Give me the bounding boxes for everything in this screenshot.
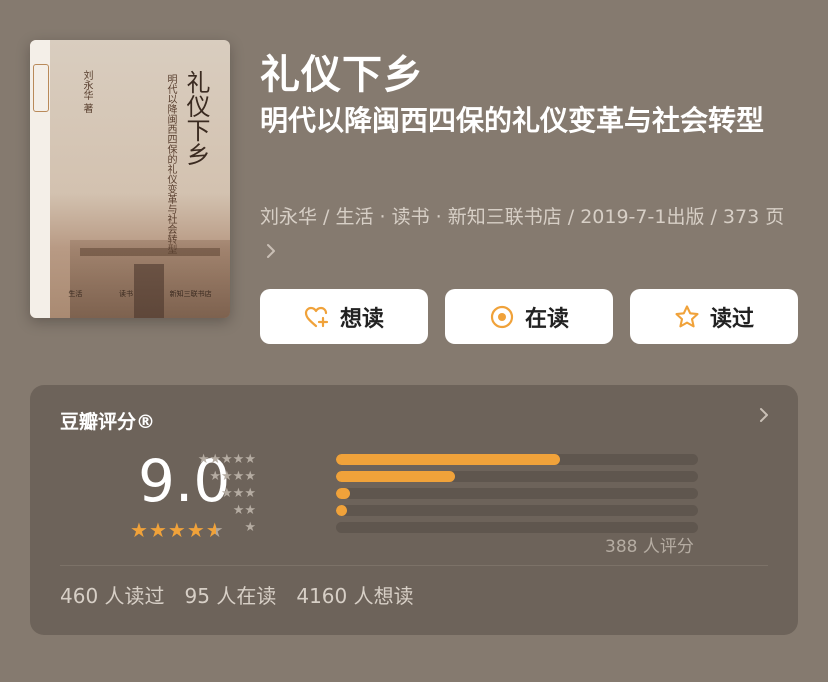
star-outline-icon [674, 304, 700, 330]
distribution-stars: ★★ [232, 503, 256, 518]
book-title: 礼仪下乡 [260, 52, 424, 98]
rating-label: 豆瓣评分® [60, 411, 156, 433]
distribution-track [336, 454, 698, 465]
cover-building-roof [80, 248, 220, 256]
cover-building-image [70, 240, 230, 318]
distribution-track [336, 471, 698, 482]
chevron-right-icon[interactable] [758, 405, 770, 430]
cover-publisher-mark: 读书 [118, 290, 133, 298]
distribution-stars: ★★★★★ [197, 452, 256, 467]
heart-plus-icon [304, 304, 330, 330]
reading-count[interactable]: 95 人在读 [185, 580, 277, 609]
distribution-bar [336, 488, 351, 499]
want-to-read-label: 想读 [339, 306, 384, 332]
distribution-track [336, 488, 698, 499]
star-icon: ★ [148, 518, 167, 542]
chevron-right-icon [266, 235, 276, 271]
distribution-track [336, 505, 698, 516]
distribution-bar [336, 505, 347, 516]
cover-seal-icon [33, 64, 49, 112]
cover-title: 礼仪下乡 [182, 70, 210, 166]
distribution-stars: ★★★★ [209, 469, 256, 484]
book-meta[interactable]: 刘永华 / 生活 · 读书 · 新知三联书店 / 2019-7-1出版 / 37… [260, 199, 800, 271]
divider [60, 565, 768, 566]
reader-stats: 460 人读过 95 人在读 4160 人想读 [60, 580, 414, 609]
rating-card[interactable]: 豆瓣评分® 9.0 ★ ★ ★ ★ ★ ★★★★★ ★★★★ ★★★ ★★ ★ [30, 385, 798, 635]
cover-publisher-mark: 新知三联书店 [169, 290, 212, 298]
star-icon: ★ [167, 518, 186, 542]
book-meta-text: 刘永华 / 生活 · 读书 · 新知三联书店 / 2019-7-1出版 / 37… [260, 206, 785, 228]
distribution-bar [336, 454, 561, 465]
distribution-stars: ★★★ [221, 486, 256, 501]
want-to-read-button[interactable]: 想读 [260, 289, 428, 344]
reading-label: 在读 [524, 306, 569, 332]
book-cover[interactable]: 礼仪下乡 明代以降闽西四保的礼仪变革与社会转型 刘永华 著 生活 读书 新知三联… [30, 40, 230, 318]
want-count[interactable]: 4160 人想读 [296, 580, 413, 609]
reading-button[interactable]: 在读 [445, 289, 613, 344]
have-read-button[interactable]: 读过 [630, 289, 798, 344]
cover-subtitle: 明代以降闽西四保的礼仪变革与社会转型 [165, 74, 176, 254]
have-read-label: 读过 [709, 306, 754, 332]
read-count[interactable]: 460 人读过 [60, 580, 165, 609]
book-subtitle: 明代以降闽西四保的礼仪变革与社会转型 [260, 104, 765, 137]
reading-circle-icon [489, 304, 515, 330]
cover-publisher-mark: 生活 [68, 290, 83, 298]
distribution-stars: ★ [244, 520, 256, 535]
star-icon: ★ [130, 518, 148, 542]
rating-count: 388 人评分 [605, 537, 694, 557]
distribution-bar [336, 471, 456, 482]
action-buttons: 想读 在读 读过 [260, 289, 798, 344]
cover-publisher: 生活 读书 新知三联书店 [50, 284, 230, 304]
cover-author: 刘永华 著 [81, 70, 92, 114]
